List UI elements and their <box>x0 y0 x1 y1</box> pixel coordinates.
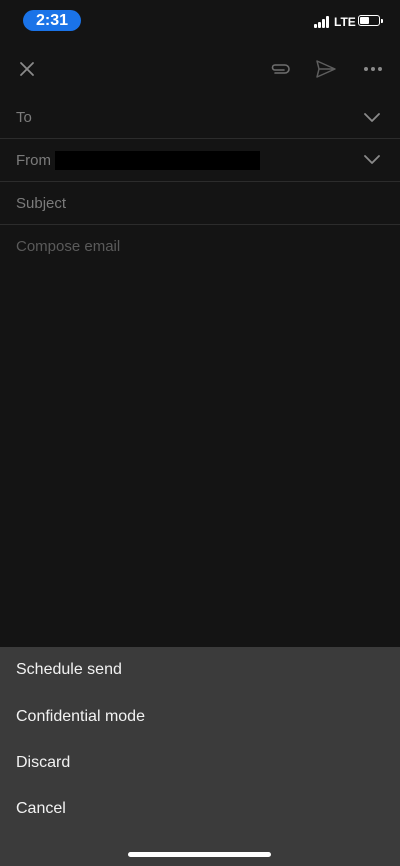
send-button[interactable] <box>309 52 343 86</box>
to-label: To <box>16 109 32 126</box>
send-icon <box>316 60 336 78</box>
chevron-down-icon[interactable] <box>364 113 380 123</box>
subject-placeholder: Subject <box>16 195 67 212</box>
close-button[interactable] <box>10 52 44 86</box>
signal-icon <box>314 16 330 28</box>
more-icon <box>364 67 382 71</box>
from-address-redacted <box>55 151 260 170</box>
discard-option[interactable]: Discard <box>16 754 70 772</box>
status-bar: 2:31 LTE <box>0 0 400 40</box>
from-label: From <box>16 152 51 169</box>
subject-field[interactable]: Subject <box>0 182 400 225</box>
action-sheet: Schedule send Confidential mode Discard … <box>0 647 400 866</box>
more-options-button[interactable] <box>356 52 390 86</box>
confidential-mode-option[interactable]: Confidential mode <box>16 708 145 726</box>
status-time: 2:31 <box>23 10 81 31</box>
cancel-option[interactable]: Cancel <box>16 800 66 818</box>
chevron-down-icon[interactable] <box>364 155 380 165</box>
body-input[interactable]: Compose email <box>16 238 120 255</box>
battery-icon <box>358 15 383 26</box>
network-type: LTE <box>334 15 356 29</box>
attachment-icon <box>271 64 290 74</box>
to-field[interactable]: To <box>0 96 400 139</box>
from-field[interactable]: From <box>0 139 400 182</box>
home-indicator[interactable] <box>128 852 271 857</box>
close-icon <box>20 62 34 76</box>
schedule-send-option[interactable]: Schedule send <box>16 661 122 679</box>
compose-toolbar <box>0 44 400 94</box>
attach-button[interactable] <box>263 52 297 86</box>
